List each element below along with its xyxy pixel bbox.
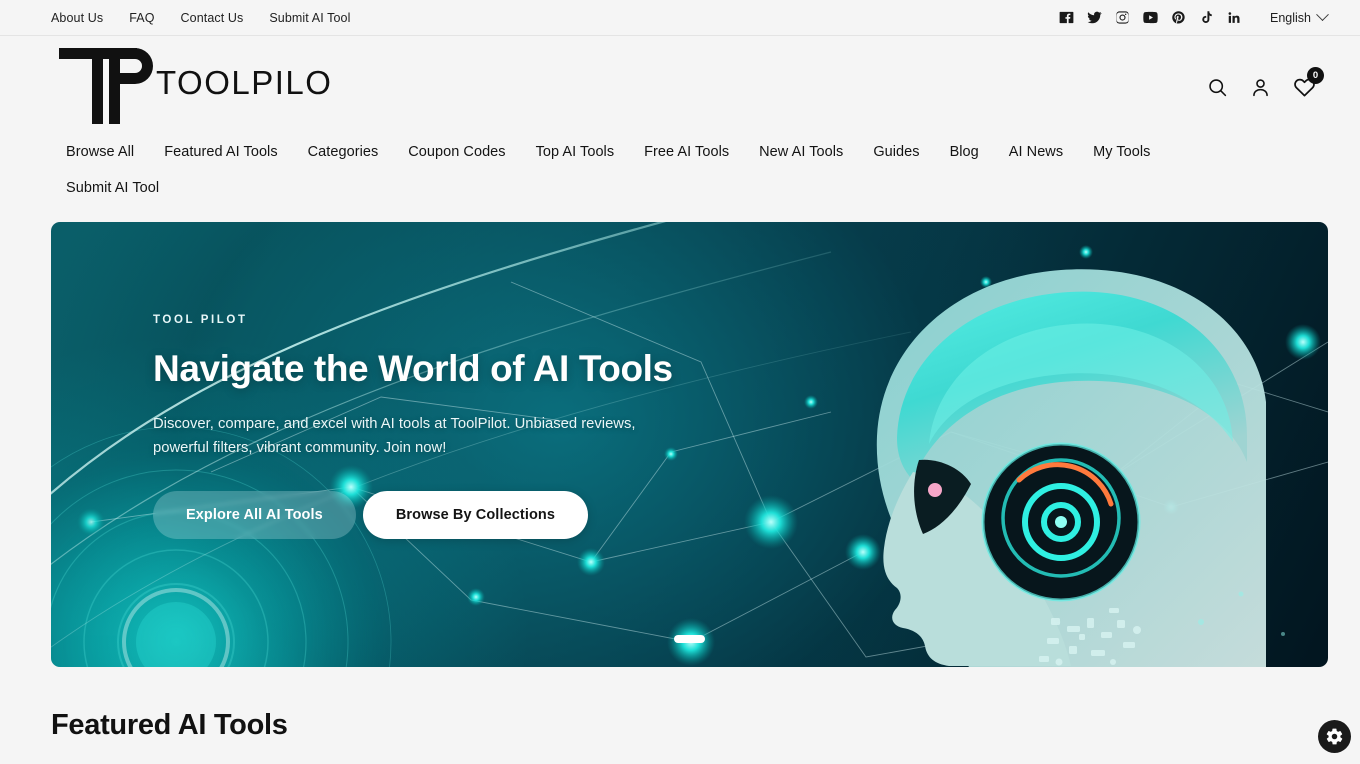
youtube-icon[interactable] (1143, 10, 1158, 25)
language-selector[interactable]: English (1270, 8, 1329, 25)
wishlist-count-badge: 0 (1307, 66, 1324, 84)
user-account-icon[interactable] (1250, 77, 1271, 98)
topbar: About Us FAQ Contact Us Submit AI Tool E… (0, 0, 1360, 36)
linkedin-icon[interactable] (1227, 10, 1242, 25)
featured-ai-tools-section: Featured AI Tools (0, 709, 1360, 742)
nav-item-coupon-codes[interactable]: Coupon Codes (393, 134, 520, 170)
featured-ai-tools-title: Featured AI Tools (51, 709, 288, 741)
twitter-icon[interactable] (1087, 10, 1102, 25)
gear-settings-icon (1326, 728, 1343, 745)
facebook-icon[interactable] (1059, 10, 1074, 25)
logo-toolpilot-icon: TOOLPILOT (59, 48, 331, 124)
search-icon[interactable] (1207, 77, 1228, 98)
svg-text:TOOLPILOT: TOOLPILOT (156, 64, 331, 101)
nav-item-ai-news[interactable]: AI News (994, 134, 1078, 170)
nav-item-browse-all[interactable]: Browse All (51, 134, 149, 170)
topbar-link-about-us[interactable]: About Us (51, 11, 103, 25)
site-header: TOOLPILOT 0 (0, 36, 1360, 136)
nav-item-free-ai-tools[interactable]: Free AI Tools (629, 134, 744, 170)
settings-fab-button[interactable] (1318, 720, 1351, 753)
hero-cta-group: Explore All AI Tools Browse By Collectio… (153, 491, 713, 540)
nav-item-top-ai-tools[interactable]: Top AI Tools (521, 134, 630, 170)
nav-item-featured-ai-tools[interactable]: Featured AI Tools (149, 134, 292, 170)
instagram-icon[interactable] (1115, 10, 1130, 25)
hero-content: TOOL PILOT Navigate the World of AI Tool… (153, 314, 713, 540)
browse-by-collections-button[interactable]: Browse By Collections (362, 491, 589, 540)
carousel-dot-active[interactable] (674, 635, 705, 643)
hero-carousel-indicators (51, 635, 1328, 643)
robot-head-illustration (876, 269, 1285, 667)
hero-subtitle: Discover, compare, and excel with AI too… (153, 416, 636, 457)
logo[interactable]: TOOLPILOT (51, 44, 331, 128)
main-navigation: Browse All Featured AI Tools Categories … (0, 134, 1360, 206)
tiktok-icon[interactable] (1199, 10, 1214, 25)
topbar-right: English (1059, 8, 1344, 25)
nav-row-secondary: Submit AI Tool (51, 170, 1320, 206)
topbar-link-faq[interactable]: FAQ (129, 11, 154, 25)
nav-item-categories[interactable]: Categories (293, 134, 394, 170)
nav-item-guides[interactable]: Guides (858, 134, 934, 170)
hero-eyebrow: TOOL PILOT (153, 314, 248, 326)
nav-item-my-tools[interactable]: My Tools (1078, 134, 1165, 170)
nav-item-submit-ai-tool[interactable]: Submit AI Tool (51, 170, 174, 206)
hero-title: Navigate the World of AI Tools (153, 348, 673, 389)
hero-section-wrapper: TOOL PILOT Navigate the World of AI Tool… (0, 222, 1360, 667)
pinterest-icon[interactable] (1171, 10, 1186, 25)
social-links (1059, 10, 1242, 25)
topbar-link-contact-us[interactable]: Contact Us (181, 11, 244, 25)
chevron-down-icon (1316, 8, 1329, 22)
hero-banner: TOOL PILOT Navigate the World of AI Tool… (51, 222, 1328, 667)
nav-item-new-ai-tools[interactable]: New AI Tools (744, 134, 858, 170)
heart-wishlist-icon[interactable]: 0 (1293, 66, 1324, 99)
topbar-links: About Us FAQ Contact Us Submit AI Tool (51, 11, 350, 25)
language-label: English (1270, 10, 1311, 25)
nav-item-blog[interactable]: Blog (935, 134, 994, 170)
topbar-link-submit-ai-tool[interactable]: Submit AI Tool (269, 11, 350, 25)
header-actions: 0 (1207, 66, 1324, 99)
explore-all-ai-tools-button[interactable]: Explore All AI Tools (153, 491, 356, 540)
